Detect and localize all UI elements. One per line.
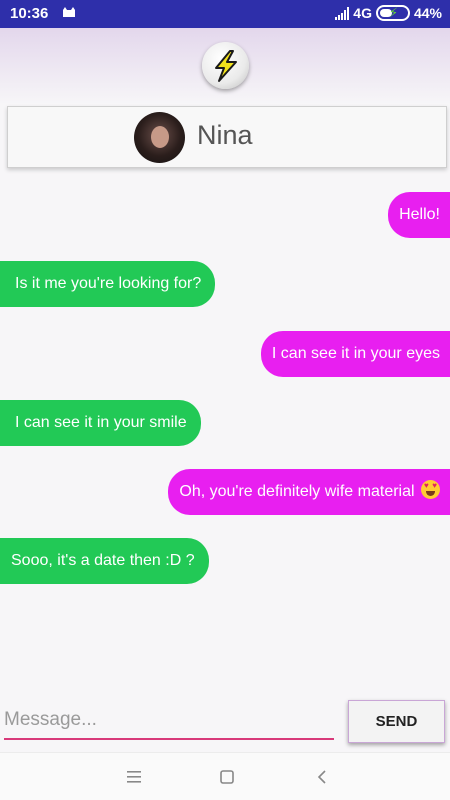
- status-bar: 10:36 4G ⚡ 44%: [0, 0, 450, 28]
- message-incoming: Is it me you're looking for?: [0, 261, 216, 307]
- lightning-bolt-icon[interactable]: [202, 42, 249, 89]
- contact-card[interactable]: Nina: [7, 106, 447, 168]
- composer: SEND: [0, 700, 450, 750]
- menu-icon[interactable]: [122, 765, 146, 789]
- send-button[interactable]: SEND: [348, 700, 445, 743]
- app-header: [0, 28, 450, 105]
- message-outgoing: Hello!: [388, 192, 450, 238]
- battery-icon: ⚡: [375, 5, 410, 21]
- cat-icon: [63, 7, 75, 17]
- contact-name: Nina: [197, 120, 253, 150]
- status-indicators: 4G ⚡ 44%: [335, 5, 442, 21]
- message-incoming: I can see it in your smile: [0, 400, 201, 446]
- message-text: Oh, you're definitely wife material: [179, 483, 415, 500]
- back-icon[interactable]: [310, 765, 334, 789]
- battery-percent: 44%: [413, 5, 442, 21]
- system-nav-bar: [0, 752, 450, 800]
- message-outgoing: I can see it in your eyes: [260, 331, 450, 377]
- avatar: [134, 112, 185, 163]
- message-outgoing: Oh, you're definitely wife material: [168, 469, 450, 515]
- signal-icon: [335, 6, 350, 20]
- message-incoming: Sooo, it's a date then :D ?: [0, 538, 209, 584]
- network-type: 4G: [353, 5, 372, 21]
- status-time: 10:36: [10, 5, 49, 22]
- message-input[interactable]: [4, 702, 334, 740]
- heart-eyes-emoji-icon: [421, 480, 440, 499]
- home-icon[interactable]: [215, 765, 239, 789]
